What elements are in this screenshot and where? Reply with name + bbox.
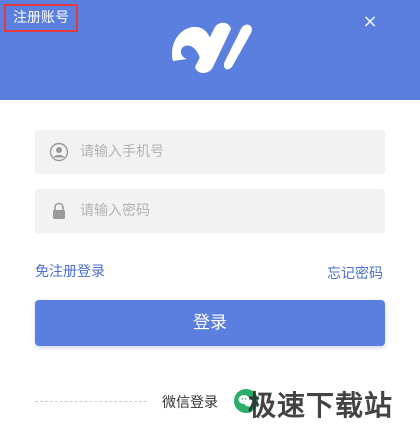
lock-icon — [53, 202, 65, 219]
watermark-text: 极速下载站 — [248, 389, 394, 422]
user-icon — [49, 142, 69, 162]
wechat-login-label: 微信登录 — [162, 395, 218, 411]
forgot-password-link[interactable]: 忘记密码 — [327, 263, 383, 283]
phone-field — [35, 130, 385, 174]
phone-input[interactable] — [80, 130, 370, 174]
close-button[interactable]: × — [360, 12, 380, 32]
sms-login-link[interactable]: 免注册登录 — [35, 261, 105, 281]
password-field — [35, 189, 385, 233]
register-account-link[interactable]: 注册账号 — [4, 4, 78, 32]
header-bar: 注册账号 × — [0, 0, 420, 100]
password-input[interactable] — [80, 189, 370, 233]
divider-line — [35, 401, 147, 402]
login-button[interactable]: 登录 — [35, 300, 385, 346]
brand-logo-icon — [171, 22, 252, 73]
